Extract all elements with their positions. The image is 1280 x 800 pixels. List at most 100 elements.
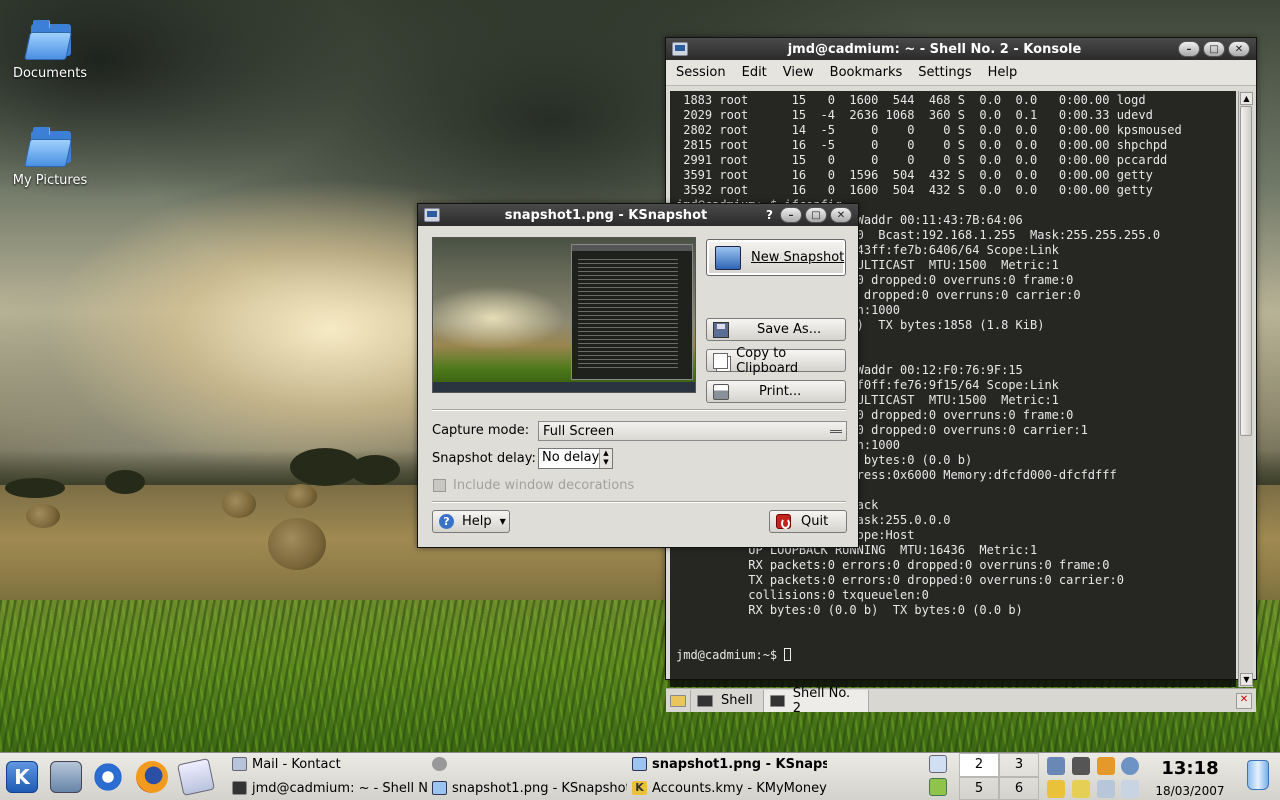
konsole-app-icon[interactable]	[672, 42, 688, 56]
terminal-scrollbar[interactable]: ▲ ▼	[1238, 91, 1253, 687]
task-konsole[interactable]: jmd@cadmium: ~ - Shell No	[232, 777, 427, 799]
tab-shell-no-2[interactable]: Shell No. 2	[763, 686, 869, 716]
preview-terminal	[571, 244, 693, 380]
tab-shell[interactable]: Shell	[691, 689, 764, 712]
konqueror-icon[interactable]	[92, 761, 124, 793]
capture-mode-select[interactable]: Full Screen	[538, 421, 847, 441]
minimize-button[interactable]: –	[1178, 41, 1200, 57]
new-session-icon[interactable]	[666, 689, 691, 712]
copy-to-clipboard-button[interactable]: Copy to Clipboard	[706, 346, 846, 376]
pager-desktop-2[interactable]: 2	[959, 753, 999, 777]
power-manager-icon[interactable]	[1121, 780, 1139, 798]
tab-label: Shell No. 2	[792, 685, 851, 716]
help-question-icon[interactable]: ?	[766, 208, 773, 222]
snapshot-preview[interactable]	[432, 237, 696, 393]
scroll-down-arrow-icon[interactable]: ▼	[1240, 673, 1253, 686]
maximize-button[interactable]: □	[805, 207, 827, 223]
ksnapshot-icon	[432, 781, 447, 795]
desktop-icon-my-pictures[interactable]: My Pictures	[5, 127, 95, 188]
close-session-icon[interactable]: ✕	[1236, 692, 1252, 709]
konsole-titlebar[interactable]: jmd@cadmium: ~ - Shell No. 2 - Konsole –…	[666, 38, 1256, 60]
save-as-button[interactable]: Save As...	[706, 318, 846, 341]
camera-monitor-icon	[715, 245, 741, 270]
ksnapshot-icon	[632, 757, 647, 771]
trash-icon[interactable]	[1247, 760, 1269, 790]
menu-bookmarks[interactable]: Bookmarks	[824, 65, 913, 80]
kget-icon[interactable]	[1121, 757, 1139, 775]
snapshot-delay-spinbox[interactable]: No delay ▲ ▼	[538, 448, 613, 469]
update-icon[interactable]	[929, 778, 947, 796]
tree	[350, 455, 400, 485]
desktop-pager: 2 3 5 6	[959, 753, 1039, 800]
kmymoney-tray-icon[interactable]	[1047, 780, 1065, 798]
scroll-up-arrow-icon[interactable]: ▲	[1240, 92, 1253, 105]
capture-mode-label: Capture mode:	[432, 423, 530, 438]
clipboard-icon[interactable]	[1072, 780, 1090, 798]
terminal-line: 3591 root 16 0 1596 504 432 S 0.0 0.0 0:…	[676, 168, 1153, 182]
menu-settings[interactable]: Settings	[912, 65, 981, 80]
ksnapshot-app-icon[interactable]	[424, 208, 440, 222]
film-strip-icon[interactable]	[1072, 757, 1090, 775]
terminal-line: 2991 root 15 0 0 0 0 S 0.0 0.0 0:00.00 p…	[676, 153, 1168, 167]
menu-session[interactable]: Session	[670, 65, 736, 80]
ksnapshot-title: snapshot1.png - KSnapshot	[504, 207, 708, 223]
hay-bale	[285, 484, 317, 508]
k-menu-button[interactable]: K	[6, 761, 38, 793]
spin-arrows-icon[interactable]: ▲ ▼	[599, 449, 612, 468]
include-decorations-checkbox[interactable]	[433, 479, 446, 492]
terminal-prompt[interactable]: jmd@cadmium:~$	[676, 648, 1236, 663]
show-desktop-icon[interactable]	[50, 761, 82, 793]
konsole-title: jmd@cadmium: ~ - Shell No. 2 - Konsole	[787, 41, 1082, 57]
task-ksnapshot[interactable]: snapshot1.png - KSnapshot	[432, 777, 627, 799]
network-icon[interactable]	[929, 755, 947, 773]
firefox-icon[interactable]	[136, 761, 168, 793]
desktop-icon-label: My Pictures	[12, 173, 88, 188]
konsole-tabbar: Shell Shell No. 2 ✕	[666, 686, 1256, 716]
task-mail-kontact[interactable]: Mail - Kontact	[232, 753, 427, 775]
help-icon: ?	[439, 514, 454, 529]
terminal-line: 2815 root 16 -5 0 0 0 S 0.0 0.0 0:00.00 …	[676, 138, 1168, 152]
pager-desktop-5[interactable]: 5	[959, 776, 999, 800]
tab-label: Shell	[721, 693, 753, 708]
task-unknown[interactable]	[432, 753, 454, 775]
ksnapshot-titlebar[interactable]: snapshot1.png - KSnapshot ? – □ ✕	[418, 204, 858, 226]
terminal-icon	[769, 694, 785, 707]
pager-desktop-6[interactable]: 6	[999, 776, 1039, 800]
terminal-line: 1883 root 15 0 1600 544 468 S 0.0 0.0 0:…	[676, 93, 1146, 107]
menu-view[interactable]: View	[777, 65, 824, 80]
scrollbar-thumb[interactable]	[1240, 106, 1252, 436]
dropdown-arrow-icon: ▼	[499, 517, 506, 526]
notes-icon[interactable]	[1097, 757, 1115, 775]
floppy-icon	[713, 321, 729, 338]
keyboard-icon[interactable]	[1097, 780, 1115, 798]
app-icon	[432, 757, 447, 771]
separator	[432, 409, 846, 411]
menu-edit[interactable]: Edit	[736, 65, 777, 80]
kontact-icon	[232, 757, 247, 771]
clock-time[interactable]: 13:18	[1150, 758, 1230, 779]
new-snapshot-button[interactable]: New Snapshot	[706, 239, 846, 276]
pager-desktop-3[interactable]: 3	[999, 753, 1039, 777]
desktop-icon-documents[interactable]: Documents	[5, 20, 95, 81]
terminal-line: RX bytes:0 (0.0 b) TX bytes:0 (0.0 b)	[676, 603, 1023, 617]
terminal-line: TX packets:0 errors:0 dropped:0 overruns…	[676, 573, 1124, 587]
snapshot-delay-label: Snapshot delay:	[432, 451, 536, 466]
volume-icon[interactable]	[1047, 757, 1065, 775]
mail-icon[interactable]	[177, 758, 215, 796]
preview-taskbar	[433, 382, 695, 392]
tree	[105, 470, 145, 494]
task-ksnapshot-active[interactable]: snapshot1.png - KSnaps	[632, 753, 827, 775]
quit-button[interactable]: Quit	[769, 510, 847, 533]
maximize-button[interactable]: □	[1203, 41, 1225, 57]
help-button[interactable]: ? Help ▼	[432, 510, 510, 533]
menu-help[interactable]: Help	[982, 65, 1028, 80]
desktop-icon-label: Documents	[12, 66, 88, 81]
konsole-menubar: Session Edit View Bookmarks Settings Hel…	[666, 60, 1256, 86]
task-kmymoney[interactable]: K Accounts.kmy - KMyMoney	[632, 777, 827, 799]
print-button[interactable]: Print...	[706, 380, 846, 403]
close-button[interactable]: ✕	[1228, 41, 1250, 57]
minimize-button[interactable]: –	[780, 207, 802, 223]
close-button[interactable]: ✕	[830, 207, 852, 223]
